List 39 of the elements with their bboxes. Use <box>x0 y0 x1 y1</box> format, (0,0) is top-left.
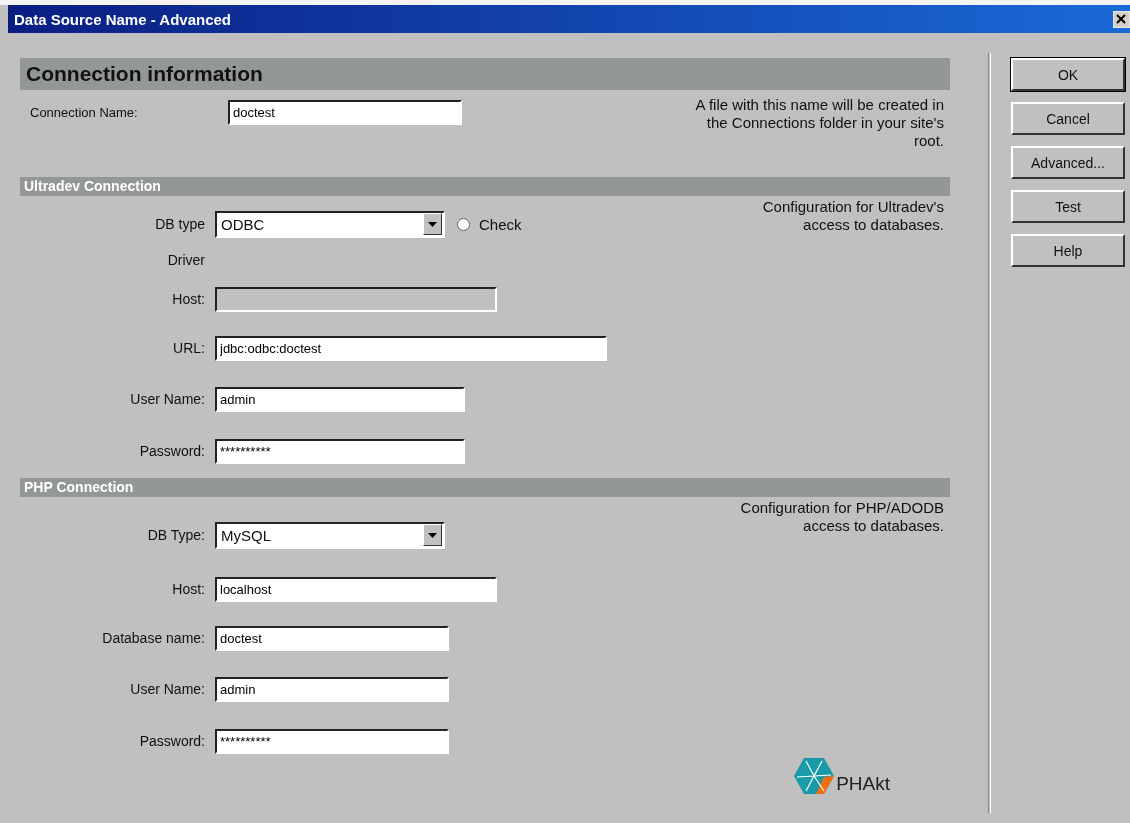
logo: PHAkt <box>794 757 890 795</box>
caret-icon <box>428 532 437 538</box>
input-field[interactable]: localhost <box>215 576 497 602</box>
section-header: Connection information <box>20 58 950 90</box>
input-field[interactable]: doctest <box>215 625 449 651</box>
field-label: Connection Name: <box>30 104 139 120</box>
help-text: Configuration for PHP/ADODB access to databases. <box>740 498 945 536</box>
field-label: Host: <box>171 581 206 597</box>
radio-button[interactable]: Check <box>457 215 522 233</box>
dropdown[interactable]: MySQL <box>215 521 445 549</box>
close-icon[interactable] <box>1113 10 1130 28</box>
dialog-button[interactable]: Help <box>1011 234 1125 267</box>
field-label: Host: <box>171 291 206 307</box>
input-field[interactable]: admin <box>215 676 449 702</box>
input-field[interactable]: ********** <box>215 438 465 464</box>
dialog-button[interactable]: Advanced... <box>1011 146 1125 179</box>
dropdown[interactable]: ODBC <box>215 210 445 238</box>
field-label: User Name: <box>129 391 206 407</box>
field-label: Password: <box>138 733 206 749</box>
help-text: Configuration for Ultradev's access to databases. <box>762 197 945 235</box>
dialog-button[interactable]: OK <box>1011 58 1125 91</box>
section-header: Ultradev Connection <box>20 177 950 196</box>
window-title: Data Source Name - Advanced <box>14 10 232 28</box>
field-label: Database name: <box>101 630 206 646</box>
field-label: DB type <box>154 216 206 232</box>
field-label: Driver <box>166 252 206 268</box>
field-label: Password: <box>138 443 206 459</box>
field-label: User Name: <box>129 681 206 697</box>
field-label: DB Type: <box>146 527 206 543</box>
field-label: URL: <box>172 340 206 356</box>
dialog-button[interactable]: Cancel <box>1011 102 1125 135</box>
caret-icon <box>428 221 437 227</box>
input-field[interactable]: jdbc:odbc:doctest <box>215 335 607 361</box>
input-field[interactable]: doctest <box>228 99 462 125</box>
help-text: A file with this name will be created in the Connections folder in your site's root. <box>694 95 945 151</box>
input-field[interactable]: ********** <box>215 728 449 754</box>
section-header: PHP Connection <box>20 478 950 497</box>
input-field[interactable]: admin <box>215 386 465 412</box>
dialog-button[interactable]: Test <box>1011 190 1125 223</box>
